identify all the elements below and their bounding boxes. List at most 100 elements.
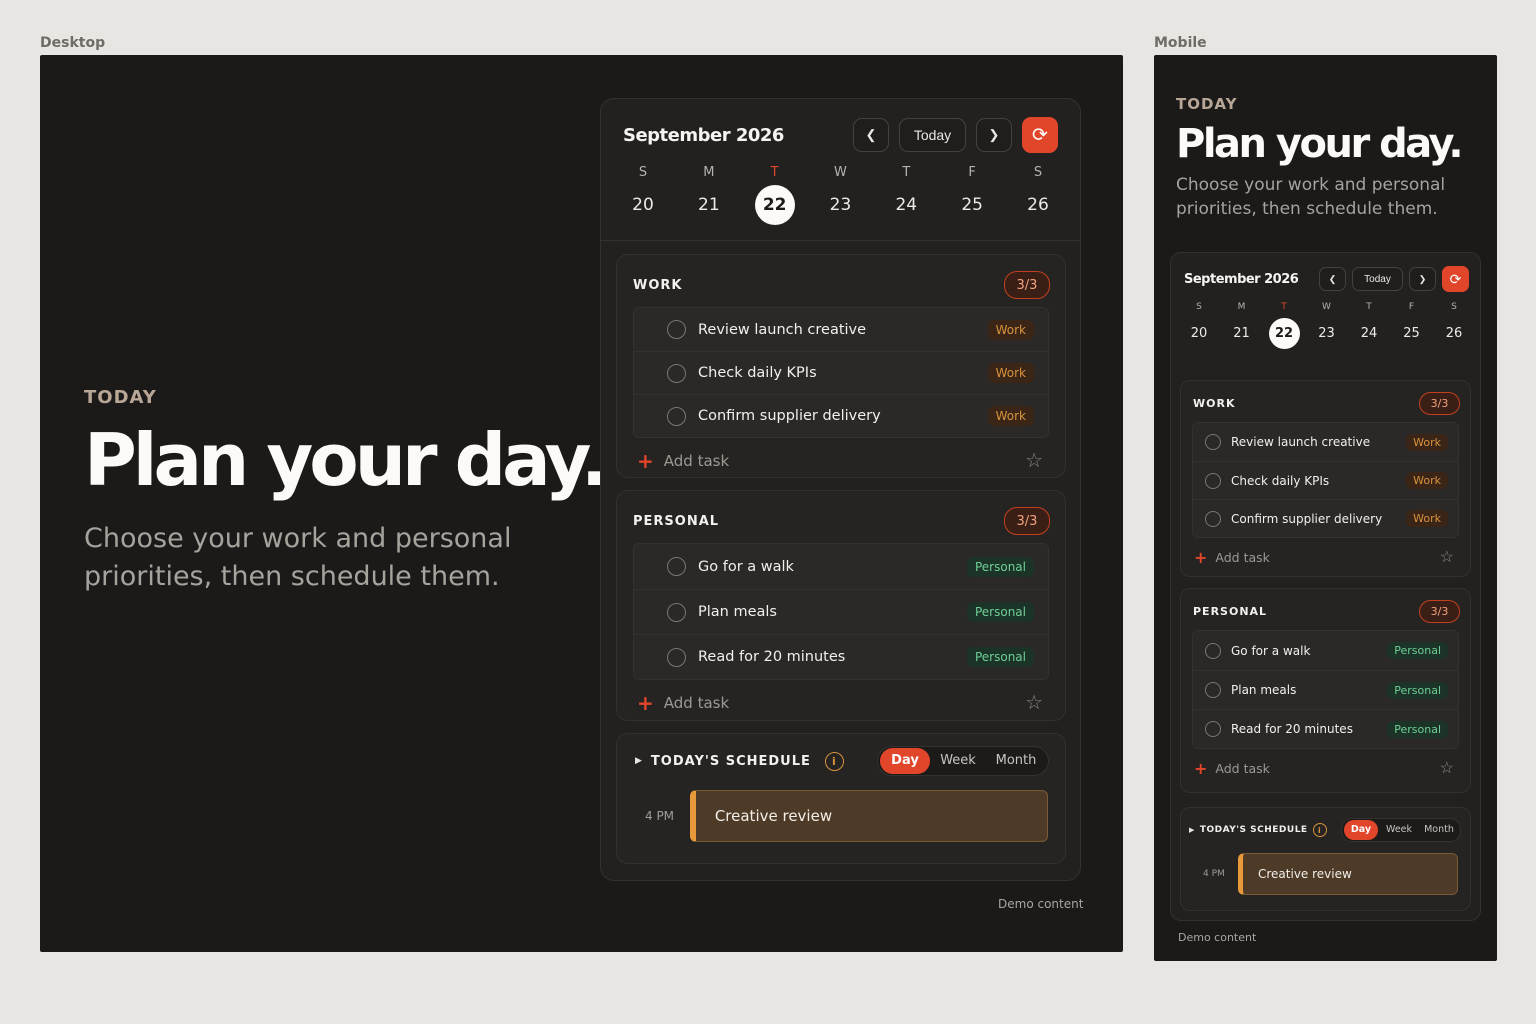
task-row[interactable]: Plan meals Personal (634, 589, 1048, 634)
task-checkbox[interactable] (667, 363, 686, 383)
day-column[interactable]: M 21 (1227, 302, 1257, 349)
day-number-26[interactable]: 26 (1439, 318, 1470, 349)
day-column[interactable]: T 24 (886, 165, 926, 225)
day-column[interactable]: S 20 (623, 165, 663, 225)
mobile-week-strip: S 20 M 21 T 22 W 23 T 24 F 25 S 26 (1184, 302, 1469, 349)
mobile-today-button[interactable]: Today (1352, 267, 1403, 291)
day-number-22[interactable]: 22 (1268, 318, 1300, 349)
personal-card-header: PERSONAL 3/3 (1181, 589, 1470, 630)
star-icon[interactable]: ☆ (1440, 758, 1454, 778)
task-row[interactable]: Confirm supplier delivery Work (634, 394, 1048, 437)
task-checkbox[interactable] (667, 602, 686, 622)
day-number-20[interactable]: 20 (1184, 318, 1215, 349)
task-checkbox[interactable] (667, 647, 686, 667)
day-of-week-label: T (902, 165, 911, 180)
mobile-event-block[interactable]: Creative review (1238, 853, 1458, 895)
add-task-button[interactable]: + Add task (637, 691, 729, 715)
day-number-24[interactable]: 24 (1354, 318, 1385, 349)
day-number-22[interactable]: 22 (754, 185, 795, 225)
day-column[interactable]: T 22 (1268, 302, 1300, 349)
day-column[interactable]: T 22 (754, 165, 795, 225)
day-column[interactable]: W 23 (820, 165, 860, 225)
day-column[interactable]: F 25 (952, 165, 992, 225)
view-week-tab[interactable]: Week (930, 748, 986, 774)
day-number-21[interactable]: 21 (689, 185, 729, 225)
task-checkbox[interactable] (1205, 472, 1221, 489)
view-month-tab[interactable]: Month (1420, 820, 1458, 840)
task-checkbox[interactable] (667, 557, 686, 576)
view-day-tab[interactable]: Day (1344, 820, 1378, 840)
task-row[interactable]: Confirm supplier delivery Work (1193, 499, 1458, 537)
add-task-button[interactable]: + Add task (1194, 548, 1270, 567)
mobile-next-week-button[interactable]: ❯ (1409, 267, 1436, 291)
day-number-26[interactable]: 26 (1018, 185, 1058, 225)
day-column[interactable]: M 21 (689, 165, 729, 225)
task-row[interactable]: Check daily KPIs Work (1193, 461, 1458, 499)
task-row[interactable]: Check daily KPIs Work (634, 351, 1048, 394)
task-row[interactable]: Review launch creative Work (1193, 423, 1458, 461)
mobile-personal-card: PERSONAL 3/3 Go for a walk Personal Plan mea… (1180, 588, 1471, 793)
day-number-24[interactable]: 24 (886, 185, 926, 225)
prev-week-button[interactable]: ❮ (853, 118, 889, 152)
day-column[interactable]: F 25 (1397, 302, 1427, 349)
task-row[interactable]: Read for 20 minutes Personal (634, 634, 1048, 679)
task-checkbox[interactable] (1205, 434, 1221, 450)
star-icon[interactable]: ☆ (1440, 547, 1454, 567)
day-number-21[interactable]: 21 (1226, 318, 1257, 349)
mobile-hero: TODAY Plan your day. Choose your work an… (1176, 95, 1464, 221)
plus-icon: + (637, 690, 654, 715)
add-task-button[interactable]: + Add task (1194, 759, 1270, 778)
day-column[interactable]: T 24 (1354, 302, 1384, 349)
mobile-demo-content-label: Demo content (1178, 931, 1257, 944)
day-number-25[interactable]: 25 (952, 185, 992, 225)
day-column[interactable]: S 26 (1439, 302, 1469, 349)
task-row[interactable]: Go for a walk Personal (634, 544, 1048, 589)
next-week-button[interactable]: ❯ (976, 118, 1012, 152)
task-tag: Personal (1387, 642, 1448, 659)
task-label: Go for a walk (698, 558, 794, 575)
task-row[interactable]: Go for a walk Personal (1193, 631, 1458, 670)
task-checkbox[interactable] (1205, 642, 1221, 659)
work-add-row: + Add task ☆ (617, 438, 1065, 473)
task-label: Confirm supplier delivery (1231, 511, 1383, 526)
info-icon[interactable]: i (824, 751, 844, 771)
task-tag: Personal (966, 647, 1034, 667)
view-week-tab[interactable]: Week (1378, 820, 1420, 840)
view-month-tab[interactable]: Month (986, 748, 1046, 774)
today-button[interactable]: Today (899, 118, 966, 152)
add-task-label: Add task (663, 451, 730, 470)
add-task-button[interactable]: + Add task (637, 449, 729, 473)
task-row[interactable]: Review launch creative Work (634, 308, 1048, 351)
info-icon[interactable]: i (1312, 823, 1327, 837)
day-number-23[interactable]: 23 (820, 185, 860, 225)
task-checkbox[interactable] (1205, 510, 1221, 527)
task-row[interactable]: Read for 20 minutes Personal (1193, 709, 1458, 748)
mobile-frame: TODAY Plan your day. Choose your work an… (1154, 55, 1497, 961)
task-checkbox[interactable] (667, 320, 686, 339)
day-column[interactable]: S 26 (1018, 165, 1058, 225)
mobile-schedule-toggle[interactable]: ▶ TODAY'S SCHEDULE i (1189, 823, 1327, 837)
view-day-tab[interactable]: Day (880, 748, 930, 774)
day-number-25[interactable]: 25 (1396, 318, 1427, 349)
star-icon[interactable]: ☆ (1025, 690, 1043, 715)
task-row[interactable]: Plan meals Personal (1193, 670, 1458, 709)
refresh-icon: ⟳ (1449, 270, 1462, 287)
mobile-refresh-button[interactable]: ⟳ (1442, 266, 1469, 292)
add-task-label: Add task (663, 693, 730, 712)
day-column[interactable]: W 23 (1312, 302, 1342, 349)
task-row-left: Read for 20 minutes (1205, 721, 1353, 737)
day-number-23[interactable]: 23 (1311, 318, 1342, 349)
event-block[interactable]: Creative review (689, 790, 1048, 842)
star-icon[interactable]: ☆ (1025, 448, 1043, 473)
task-row-left: Plan meals (1205, 682, 1296, 698)
task-checkbox[interactable] (1205, 721, 1221, 737)
refresh-button[interactable]: ⟳ (1022, 117, 1058, 153)
task-checkbox[interactable] (1205, 682, 1221, 698)
day-column[interactable]: S 20 (1184, 302, 1214, 349)
schedule-toggle[interactable]: ▶ TODAY'S SCHEDULE i (635, 751, 844, 771)
mobile-prev-week-button[interactable]: ❮ (1319, 267, 1346, 291)
day-number-20[interactable]: 20 (623, 185, 663, 225)
refresh-icon: ⟳ (1032, 124, 1048, 146)
task-checkbox[interactable] (667, 406, 686, 426)
work-add-row: + Add task ☆ (1181, 538, 1470, 567)
